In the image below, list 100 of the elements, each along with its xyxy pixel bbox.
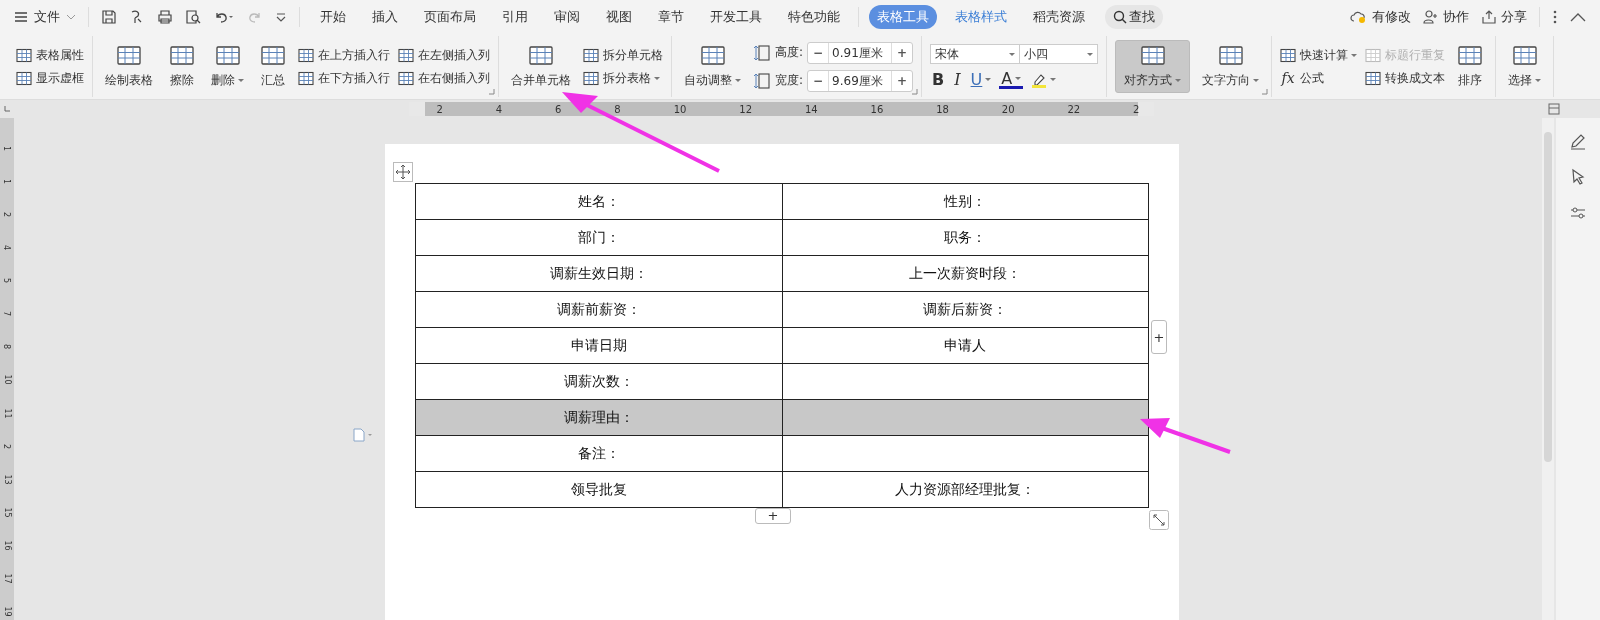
resize-handle-icon[interactable] — [1149, 510, 1169, 530]
ruler-number: 22 — [1067, 103, 1081, 115]
ribbon-button[interactable]: 文字方向 — [1198, 41, 1264, 92]
ruler-number: 10 — [2, 374, 12, 386]
number-spinner[interactable]: − 9.69厘米 + — [807, 69, 914, 92]
ruler-number: 13 — [2, 474, 12, 485]
action-button[interactable]: 协作 — [1423, 8, 1469, 26]
ribbon-button[interactable]: 在上方插入行 — [298, 46, 390, 64]
table-cell[interactable]: 职务： — [782, 219, 1149, 256]
ribbon-button[interactable]: 对齐方式 — [1115, 40, 1191, 93]
ribbon-button[interactable]: 绘制表格 — [101, 41, 157, 92]
table-cell[interactable]: 调薪次数： — [415, 363, 782, 400]
search-icon — [1113, 10, 1127, 24]
ribbon-button[interactable]: 拆分单元格 — [583, 46, 663, 64]
preview-icon[interactable] — [185, 9, 201, 25]
pen-icon[interactable] — [1569, 132, 1587, 150]
cloud-icon — [1350, 10, 1368, 24]
table-cell[interactable] — [782, 435, 1149, 472]
ribbon-tab[interactable]: 审阅 — [546, 5, 588, 29]
table-cell[interactable]: 调薪前薪资： — [415, 291, 782, 328]
ribbon-button[interactable]: 选择 — [1504, 41, 1546, 92]
table-icon — [1139, 44, 1166, 68]
table-cell[interactable]: 性别： — [782, 183, 1149, 220]
customize-icon[interactable] — [275, 11, 287, 23]
ribbon-button[interactable]: 拆分表格 — [583, 69, 663, 87]
table-cell[interactable] — [782, 363, 1149, 400]
table-cell[interactable]: 上一次薪资时段： — [782, 255, 1149, 292]
ribbon-tab[interactable]: 开发工具 — [702, 5, 770, 29]
table-icon — [1365, 47, 1382, 63]
table-cell[interactable]: 备注： — [415, 435, 782, 472]
table-cell[interactable]: 调薪理由： — [415, 399, 782, 436]
table-cell[interactable]: 调薪生效日期： — [415, 255, 782, 292]
add-column-button[interactable]: + — [1151, 320, 1167, 354]
table-cell[interactable]: 调薪后薪资： — [782, 291, 1149, 328]
ribbon-tab[interactable]: 开始 — [312, 5, 354, 29]
format-button[interactable]: A — [999, 70, 1024, 89]
ribbon-button[interactable]: 快速计算 — [1280, 46, 1358, 64]
ribbon-tab[interactable]: 表格样式 — [947, 5, 1015, 29]
action-button[interactable]: 分享 — [1481, 8, 1527, 26]
ribbon-tab[interactable]: 引用 — [494, 5, 536, 29]
ribbon-tab[interactable]: 章节 — [650, 5, 692, 29]
table-cell[interactable]: 姓名： — [415, 183, 782, 220]
ribbon-button[interactable]: 转换成文本 — [1365, 69, 1446, 87]
table-icon — [260, 44, 286, 68]
table-cell[interactable] — [782, 399, 1149, 436]
table-icon — [214, 44, 241, 68]
table-cell[interactable]: 申请人 — [782, 327, 1149, 364]
cursor-icon[interactable] — [1569, 168, 1587, 186]
ribbon-tab[interactable]: 视图 — [598, 5, 640, 29]
save-icon[interactable] — [101, 9, 117, 25]
sliders-icon[interactable] — [1569, 204, 1587, 222]
ribbon-button[interactable]: 排序 — [1453, 41, 1488, 92]
ribbon-button[interactable]: fx 公式 — [1280, 69, 1358, 87]
add-row-button[interactable]: + — [755, 508, 791, 524]
ruler-number: 8 — [2, 344, 12, 350]
move-handle-icon[interactable] — [393, 162, 413, 182]
scrollbar[interactable] — [1542, 118, 1554, 620]
table-icon — [116, 44, 142, 68]
ribbon-button[interactable]: 合并单元格 — [507, 41, 575, 92]
format-button[interactable]: I — [952, 70, 963, 89]
number-spinner[interactable]: − 0.91厘米 + — [807, 41, 914, 64]
ribbon-tab[interactable]: 特色功能 — [780, 5, 848, 29]
format-button[interactable]: B — [930, 70, 947, 89]
ribbon-tab[interactable]: 稻壳资源 — [1025, 5, 1093, 29]
ribbon-button[interactable]: 在下方插入行 — [298, 69, 390, 87]
table-cell[interactable]: 部门： — [415, 219, 782, 256]
ribbon-button[interactable]: 表格属性 — [16, 46, 84, 64]
ribbon-tab[interactable]: 插入 — [364, 5, 406, 29]
table-icon — [298, 70, 314, 86]
ribbon-button[interactable]: 擦除 — [165, 41, 199, 92]
ribbon-tab[interactable]: 页面布局 — [416, 5, 484, 29]
table-cell[interactable]: 人力资源部经理批复： — [782, 471, 1149, 508]
size-dropdown[interactable]: 小四 — [1020, 44, 1099, 64]
ruler-number: 4 — [2, 245, 12, 251]
table-icon — [298, 47, 314, 63]
panel-icon[interactable] — [1548, 103, 1560, 115]
more-icon[interactable] — [1552, 9, 1558, 25]
print-icon[interactable] — [157, 9, 173, 25]
ribbon-button[interactable]: 汇总 — [256, 41, 290, 92]
ruler-number: 16 — [870, 103, 884, 115]
ruler-number: 15 — [2, 507, 12, 518]
ribbon-button[interactable]: 自动调整 — [680, 41, 745, 92]
ribbon-button[interactable]: 在右侧插入列 — [398, 69, 490, 87]
ribbon-button[interactable]: 显示虚框 — [16, 69, 84, 87]
font-dropdown[interactable]: 宋体 — [930, 44, 1021, 64]
share-icon — [1481, 10, 1497, 24]
format-button[interactable]: U — [968, 70, 994, 89]
ribbon-button[interactable]: 在左侧插入列 — [398, 46, 490, 64]
table-icon — [16, 70, 32, 86]
ruler-number: 2 — [2, 212, 12, 218]
table-cell[interactable]: 领导批复 — [415, 471, 782, 508]
ruler-number: 6 — [555, 103, 562, 115]
file-menu[interactable]: 文件 — [14, 8, 76, 26]
menu-icon — [14, 11, 28, 23]
table-icon — [16, 47, 32, 63]
table-cell[interactable]: 申请日期 — [415, 327, 782, 364]
collapse-icon[interactable] — [1570, 12, 1586, 22]
action-button[interactable]: 有修改 — [1350, 8, 1411, 26]
ribbon-button[interactable]: 删除 — [207, 41, 248, 92]
search-button[interactable]: 查找 — [1105, 5, 1163, 29]
